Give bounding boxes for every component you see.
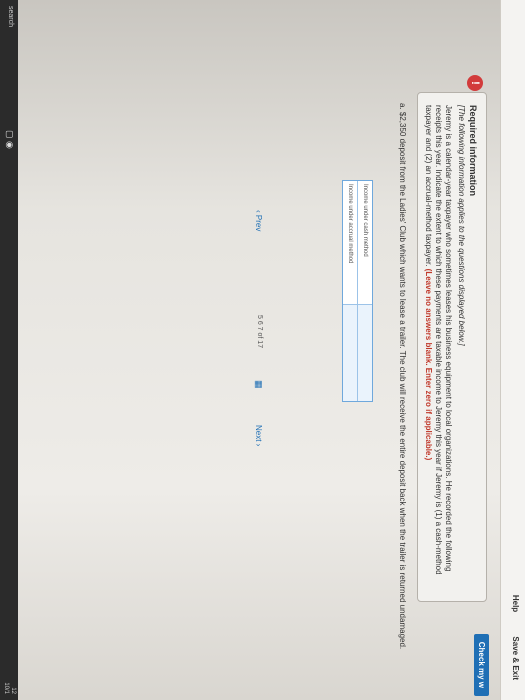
- screen: Help Save & Exit Check my w ! Required i…: [0, 0, 525, 700]
- system-clock: 12 10/1: [2, 682, 16, 694]
- next-label: Next: [254, 425, 263, 442]
- card-body: Jeremy is a calendar-year taxpayer who s…: [423, 105, 453, 589]
- top-bar: Help Save & Exit: [500, 0, 525, 700]
- prev-label: Prev: [254, 214, 263, 232]
- alert-icon: !: [467, 75, 483, 91]
- help-link[interactable]: Help: [511, 595, 520, 612]
- required-info-card: Required information [The following info…: [417, 92, 487, 602]
- taskbar: search ▢ ◉ 12 10/1: [0, 0, 18, 700]
- card-instruction: (Leave no answers blank. Enter zero if a…: [424, 268, 433, 461]
- row-label: Income under cash method: [358, 181, 372, 305]
- prev-button[interactable]: ‹ Prev: [254, 210, 263, 231]
- top-links: Help Save & Exit: [511, 573, 520, 680]
- card-title: Required information: [468, 105, 478, 197]
- card-subtitle: [The following information applies to th…: [457, 105, 466, 346]
- taskbar-search[interactable]: search: [7, 6, 14, 27]
- row-label: Income under accrual method: [343, 181, 357, 305]
- next-button[interactable]: Next ›: [254, 425, 263, 446]
- grid-icon[interactable]: ▦: [253, 380, 264, 389]
- accrual-income-input[interactable]: [343, 305, 357, 401]
- save-exit-link[interactable]: Save & Exit: [511, 636, 520, 680]
- clock-date: 10/1: [3, 682, 9, 694]
- taskbar-icons[interactable]: ▢ ◉: [4, 130, 15, 149]
- table-row: Income under accrual method: [343, 181, 357, 401]
- edge-icon[interactable]: ◉: [5, 141, 15, 149]
- table-row: Income under cash method: [357, 181, 372, 401]
- answer-table: Income under cash method Income under ac…: [342, 180, 373, 402]
- question-text: a. $2,350 deposit from the Ladies' Club …: [398, 103, 407, 650]
- cash-income-input[interactable]: [358, 305, 372, 401]
- clock-time: 12: [10, 687, 16, 694]
- check-my-work-button[interactable]: Check my w: [474, 633, 489, 696]
- window-icon[interactable]: ▢: [5, 130, 15, 139]
- page-numbers[interactable]: 5 6 7 of 17: [256, 315, 263, 348]
